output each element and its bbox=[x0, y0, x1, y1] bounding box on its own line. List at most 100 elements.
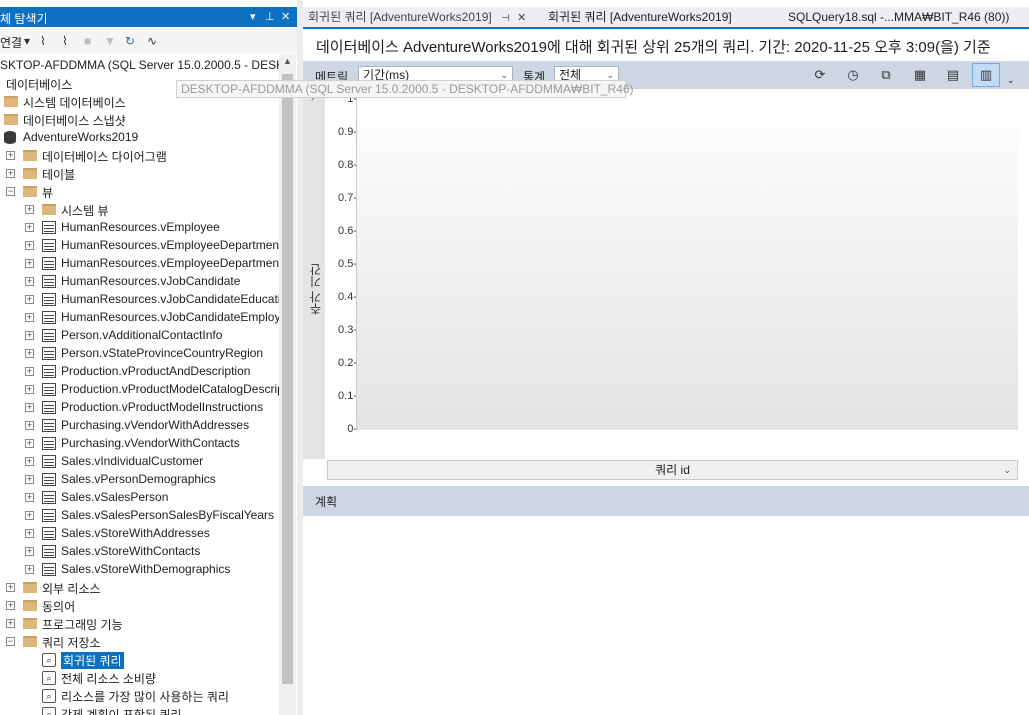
connect-button[interactable]: 연결 bbox=[0, 34, 22, 51]
overflow-icon[interactable]: ⌄ bbox=[1007, 75, 1015, 86]
expand-icon[interactable]: + bbox=[25, 277, 34, 286]
expand-icon[interactable]: + bbox=[25, 367, 34, 376]
tree-node[interactable]: + Sales.vPersonDemographics bbox=[0, 471, 279, 489]
connect-plug-icon[interactable]: ⌇ bbox=[40, 34, 46, 48]
tree-node[interactable]: ⌕ 강제 계획이 포함된 쿼리 bbox=[0, 705, 279, 715]
expand-icon[interactable]: + bbox=[25, 331, 34, 340]
object-explorer-toolbar: 연결 ▾ ⌇ ⌇ ■ ▼ ↻ ∿ bbox=[0, 29, 297, 53]
expand-icon[interactable]: + bbox=[25, 313, 34, 322]
scroll-up-icon[interactable]: ▲ bbox=[283, 56, 292, 66]
tab-sqlquery18[interactable]: SQLQuery18.sql -...MMA₩BIT_R46 (80)) bbox=[783, 7, 1029, 27]
expand-icon[interactable]: + bbox=[25, 259, 34, 268]
tree-node[interactable]: + HumanResources.vJobCandidateEmployment bbox=[0, 309, 279, 327]
tree-node[interactable]: + HumanResources.vJobCandidateEducation bbox=[0, 291, 279, 309]
tree-node[interactable]: + Sales.vStoreWithDemographics bbox=[0, 561, 279, 579]
stop-icon[interactable]: ■ bbox=[84, 34, 91, 48]
tree-node[interactable]: + HumanResources.vEmployeeDepartmentHisto… bbox=[0, 255, 279, 273]
expand-icon[interactable]: + bbox=[25, 421, 34, 430]
tree-node[interactable]: ⌕ 전체 리소스 소비량 bbox=[0, 669, 279, 687]
tree-node[interactable]: + Person.vAdditionalContactInfo bbox=[0, 327, 279, 345]
expand-icon[interactable]: + bbox=[25, 223, 34, 232]
tree-node[interactable]: + 프로그래밍 기능 bbox=[0, 615, 279, 633]
view-plan-button[interactable]: ⧉ bbox=[872, 63, 900, 87]
tree-node[interactable]: ⌕ 회귀된 쿼리 bbox=[0, 651, 279, 669]
tree-node-label: Sales.vStoreWithAddresses bbox=[61, 526, 210, 540]
tab-regressed-queries[interactable]: 회귀된 쿼리 [AdventureWorks2019] bbox=[543, 7, 773, 27]
tree-node-label: 시스템 데이터베이스 bbox=[23, 96, 126, 110]
tree-node[interactable]: + 테이블 bbox=[0, 165, 279, 183]
expand-icon[interactable]: + bbox=[25, 529, 34, 538]
tree-node[interactable]: − 쿼리 저장소 bbox=[0, 633, 279, 651]
tree-node[interactable]: 데이터베이스 스냅샷 bbox=[0, 111, 279, 129]
tree-node[interactable]: + HumanResources.vEmployee bbox=[0, 219, 279, 237]
tree-node[interactable]: + Sales.vStoreWithAddresses bbox=[0, 525, 279, 543]
expand-icon[interactable]: + bbox=[25, 403, 34, 412]
tree-node[interactable]: + Purchasing.vVendorWithContacts bbox=[0, 435, 279, 453]
tree-node[interactable]: + 동의어 bbox=[0, 597, 279, 615]
pin-icon[interactable]: ⊣ bbox=[501, 13, 510, 24]
expand-icon[interactable]: + bbox=[25, 439, 34, 448]
tree-node[interactable]: + 시스템 뷰 bbox=[0, 201, 279, 219]
expand-icon[interactable]: + bbox=[6, 169, 15, 178]
expand-icon[interactable]: + bbox=[25, 457, 34, 466]
tree-node[interactable]: + 데이터베이스 다이어그램 bbox=[0, 147, 279, 165]
y-tick-label: 0.2- bbox=[338, 357, 357, 369]
expand-icon[interactable]: + bbox=[25, 511, 34, 520]
expand-icon[interactable]: + bbox=[25, 205, 34, 214]
tree-node[interactable]: SKTOP-AFDDMMA (SQL Server 15.0.2000.5 - … bbox=[0, 57, 279, 75]
track-query-button[interactable]: ◷ bbox=[839, 63, 867, 87]
view-icon bbox=[42, 347, 56, 360]
disconnect-icon[interactable]: ⌇ bbox=[62, 34, 68, 48]
view-icon bbox=[42, 257, 56, 270]
tree-node[interactable]: + Purchasing.vVendorWithAddresses bbox=[0, 417, 279, 435]
tree-node[interactable]: + Sales.vSalesPersonSalesByFiscalYears bbox=[0, 507, 279, 525]
tree-node[interactable]: + Sales.vStoreWithContacts bbox=[0, 543, 279, 561]
tab-regressed-queries-preview[interactable]: 회귀된 쿼리 [AdventureWorks2019] ⊣ ✕ bbox=[303, 7, 543, 27]
scrollbar-thumb[interactable] bbox=[282, 74, 293, 684]
refresh-button[interactable]: ⟳ bbox=[806, 63, 834, 87]
chart-view-button[interactable]: ▥ bbox=[972, 63, 1000, 87]
expand-icon[interactable]: + bbox=[25, 385, 34, 394]
expand-icon[interactable]: + bbox=[25, 565, 34, 574]
expand-icon[interactable]: + bbox=[25, 295, 34, 304]
tree-node[interactable]: + Sales.vSalesPerson bbox=[0, 489, 279, 507]
tree-node[interactable]: + 외부 리소스 bbox=[0, 579, 279, 597]
chevron-down-icon: ⌄ bbox=[1003, 465, 1011, 475]
tree-node-label: HumanResources.vEmployeeDepartment bbox=[61, 238, 279, 252]
tree-node[interactable]: ⌕ 리소스를 가장 많이 사용하는 쿼리 bbox=[0, 687, 279, 705]
collapse-icon[interactable]: − bbox=[6, 637, 15, 646]
grid-view-button[interactable]: ▦ bbox=[906, 63, 934, 87]
expand-icon[interactable]: + bbox=[6, 151, 15, 160]
close-icon[interactable]: ✕ bbox=[517, 12, 526, 24]
expand-icon[interactable]: + bbox=[6, 583, 15, 592]
plan-body bbox=[303, 516, 1029, 715]
tree-node[interactable]: + Production.vProductModelInstructions bbox=[0, 399, 279, 417]
refresh-icon[interactable]: ↻ bbox=[125, 34, 135, 48]
pin-icon[interactable]: ⊥ bbox=[265, 10, 275, 23]
close-icon[interactable]: ✕ bbox=[281, 10, 290, 23]
expand-icon[interactable]: + bbox=[25, 547, 34, 556]
tree-node[interactable]: AdventureWorks2019 bbox=[0, 129, 279, 147]
tree-node[interactable]: + HumanResources.vEmployeeDepartment bbox=[0, 237, 279, 255]
tree-node[interactable]: + Person.vStateProvinceCountryRegion bbox=[0, 345, 279, 363]
expand-icon[interactable]: + bbox=[25, 493, 34, 502]
tree-node[interactable]: − 뷰 bbox=[0, 183, 279, 201]
expand-icon[interactable]: + bbox=[6, 601, 15, 610]
tree-node[interactable]: + Production.vProductModelCatalogDescript… bbox=[0, 381, 279, 399]
chevron-down-icon[interactable]: ▾ bbox=[24, 34, 30, 48]
x-axis-label: 쿼리 id bbox=[655, 463, 690, 477]
tree-node[interactable]: + Production.vProductAndDescription bbox=[0, 363, 279, 381]
grid-button[interactable]: ▤ bbox=[939, 63, 967, 87]
tree-node[interactable]: + HumanResources.vJobCandidate bbox=[0, 273, 279, 291]
tree-node[interactable]: + Sales.vIndividualCustomer bbox=[0, 453, 279, 471]
dropdown-icon[interactable]: ▾ bbox=[250, 10, 256, 23]
collapse-icon[interactable]: − bbox=[6, 187, 15, 196]
tree-scrollbar[interactable]: ▲ bbox=[279, 54, 296, 715]
activity-monitor-icon[interactable]: ∿ bbox=[147, 34, 157, 48]
expand-icon[interactable]: + bbox=[25, 241, 34, 250]
expand-icon[interactable]: + bbox=[25, 475, 34, 484]
expand-icon[interactable]: + bbox=[6, 619, 15, 628]
expand-icon[interactable]: + bbox=[25, 349, 34, 358]
x-axis-select[interactable]: 쿼리 id ⌄ bbox=[327, 460, 1018, 480]
filter-icon[interactable]: ▼ bbox=[104, 34, 116, 48]
